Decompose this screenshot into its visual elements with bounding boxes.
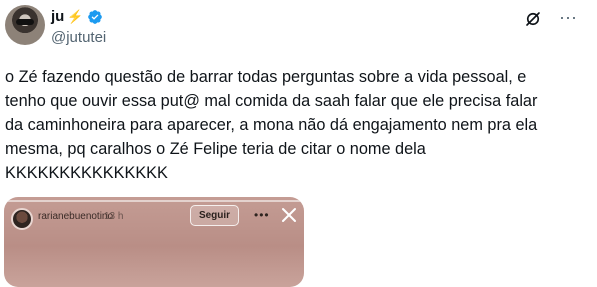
story-more-icon: ••• (254, 208, 270, 222)
tweet-media-image[interactable]: rarianebuenotino 13 h Seguir ••• (4, 197, 304, 287)
verified-badge-icon (87, 9, 102, 24)
story-progress-bar (6, 200, 302, 202)
story-close-icon (282, 208, 296, 222)
author-avatar[interactable] (5, 5, 45, 45)
story-username: rarianebuenotino (38, 211, 114, 222)
author-handle[interactable]: @jututei (51, 29, 106, 46)
author-display-name[interactable]: ju (51, 8, 64, 25)
story-follow-button: Seguir (190, 205, 239, 226)
more-options-icon[interactable]: ··· (559, 7, 577, 28)
bolt-emoji-icon: ⚡ (67, 9, 84, 24)
author-name-row: ju ⚡ (51, 8, 103, 25)
story-timestamp: 13 h (104, 211, 124, 222)
grok-icon[interactable] (524, 10, 542, 28)
story-avatar (11, 208, 33, 230)
tweet-text: o Zé fazendo questão de barrar todas per… (5, 68, 538, 182)
avatar-glasses (16, 19, 34, 25)
